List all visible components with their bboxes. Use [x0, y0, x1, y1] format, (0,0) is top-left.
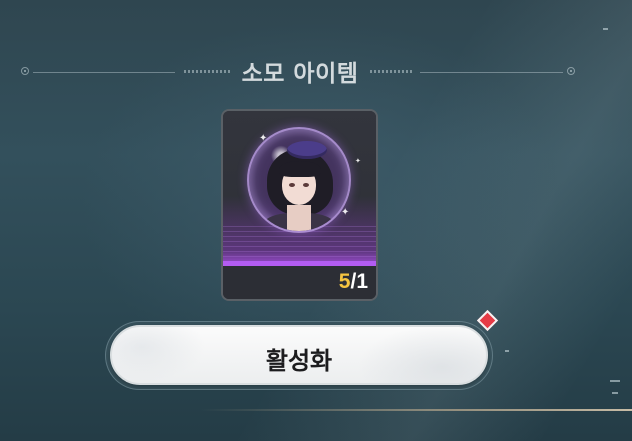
section-header: 소모 아이템 — [0, 50, 632, 94]
background-particle — [610, 380, 620, 382]
sparkle-icon: ✦ — [259, 133, 268, 144]
sparkle-icon: ✦ — [355, 157, 361, 165]
background-particle — [612, 392, 618, 394]
item-count: 5/1 — [339, 270, 368, 294]
header-ornament-right-icon — [567, 67, 575, 75]
owned-count: 5 — [338, 270, 351, 293]
item-count-bar: 5/1 — [223, 266, 376, 299]
background-particle — [505, 350, 509, 352]
header-rule-right — [420, 72, 563, 73]
required-count: 1 — [356, 270, 368, 293]
activate-button-label: 활성화 — [265, 347, 333, 375]
item-artwork: ✦ ✦ ✦ — [223, 111, 376, 266]
activate-button[interactable]: 활성화 — [110, 325, 488, 385]
bottom-light-streak — [200, 409, 632, 411]
background-particle — [603, 28, 608, 30]
consumable-item-card[interactable]: ✦ ✦ ✦ 5/1 — [221, 109, 378, 301]
sparkle-icon: ✦ — [341, 207, 350, 218]
page-title: 소모 아이템 — [241, 61, 359, 87]
header-micro-pattern-right — [370, 70, 412, 73]
